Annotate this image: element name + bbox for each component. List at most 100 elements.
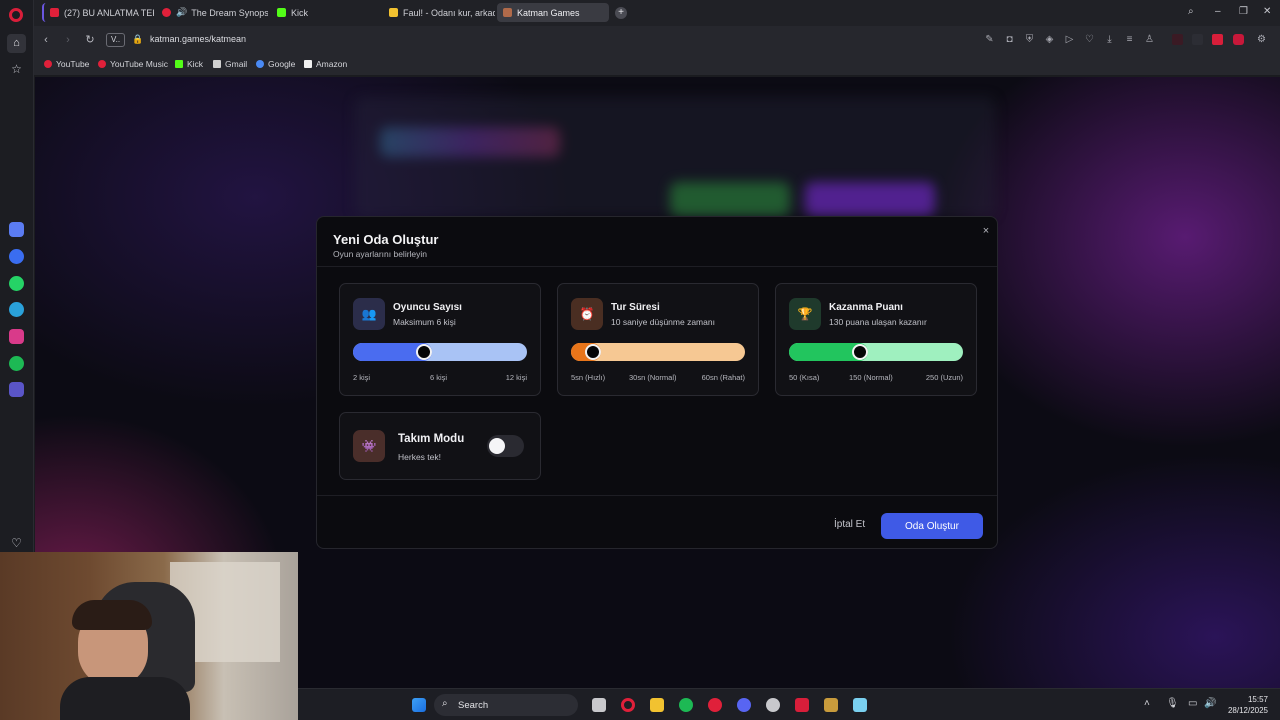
spotify-taskbar-icon[interactable] xyxy=(679,698,693,712)
team-icon: 👾 xyxy=(353,430,385,462)
bookmark-google[interactable]: Google xyxy=(256,59,295,69)
bookmark-amazon[interactable]: Amazon xyxy=(304,59,347,69)
extension-2-icon[interactable] xyxy=(1192,34,1203,45)
download-icon[interactable]: ⤓ xyxy=(1104,34,1115,45)
bookmark-kick[interactable]: Kick xyxy=(175,59,203,69)
reload-icon[interactable]: ↻ xyxy=(84,34,96,46)
windows-start-icon[interactable] xyxy=(412,698,426,712)
steam-icon[interactable] xyxy=(766,698,780,712)
search-icon: ⌕ xyxy=(442,698,448,709)
card-title: Kazanma Puanı xyxy=(829,302,903,313)
clock-time: 15:57 xyxy=(1247,695,1268,704)
messenger-icon[interactable] xyxy=(9,249,24,264)
bookmark-label: Amazon xyxy=(316,59,348,69)
card-description: 10 saniye düşünme zamanı xyxy=(611,317,715,327)
shield-icon[interactable]: ⛨ xyxy=(1024,34,1035,45)
divider xyxy=(317,495,997,496)
tick-max: 12 kişi xyxy=(505,373,527,382)
tab-4[interactable]: Katman Games xyxy=(497,3,609,22)
player-count-card: 👥 Oyuncu Sayısı Maksimum 6 kişi 2 kişi 6… xyxy=(339,283,541,396)
opera-logo-icon[interactable] xyxy=(9,8,23,22)
bookmark-youtube[interactable]: YouTube xyxy=(44,59,89,69)
create-room-button[interactable]: Oda Oluştur xyxy=(881,513,983,539)
tick-mid: 30sn (Normal) xyxy=(629,373,677,382)
team-mode-toggle[interactable] xyxy=(487,435,524,457)
close-icon[interactable]: × xyxy=(980,225,992,237)
chevron-up-icon[interactable]: ˄ xyxy=(1144,698,1150,709)
opera-gx-icon[interactable] xyxy=(708,698,722,712)
tab-0[interactable]: (27) BU ANLATMA TEKNİĞ xyxy=(42,3,154,22)
app-red-icon[interactable] xyxy=(795,698,809,712)
heart-outline-icon[interactable]: ♡ xyxy=(1084,34,1095,45)
round-time-slider[interactable] xyxy=(571,343,745,361)
tab-bar: (27) BU ANLATMA TEKNİĞ 🔊 The Dream Synop… xyxy=(34,0,1280,26)
player-icon[interactable] xyxy=(9,382,24,397)
vpn-icon[interactable]: ◈ xyxy=(1044,34,1055,45)
microphone-icon[interactable]: 🎙 xyxy=(1166,698,1179,709)
bookmark-label: YouTube xyxy=(56,59,90,69)
task-view-icon[interactable] xyxy=(592,698,606,712)
tab-2[interactable]: Kick xyxy=(271,3,383,22)
toggle-knob xyxy=(489,438,505,454)
volume-icon[interactable]: 🔊 xyxy=(1204,698,1216,709)
taskbar-search[interactable]: ⌕ Search xyxy=(434,694,578,716)
player-count-slider[interactable] xyxy=(353,343,527,361)
lock-icon: 🔒 xyxy=(132,34,144,44)
card-description: Maksimum 6 kişi xyxy=(393,317,456,327)
extension-4-icon[interactable] xyxy=(1233,34,1244,45)
close-window-icon[interactable]: ✕ xyxy=(1263,6,1275,18)
league-icon[interactable] xyxy=(824,698,838,712)
new-tab-icon[interactable]: + xyxy=(615,7,627,19)
whatsapp-icon[interactable] xyxy=(9,276,24,291)
forward-icon[interactable]: › xyxy=(62,34,74,46)
search-tabs-icon[interactable]: ⌕ xyxy=(1188,6,1200,18)
cancel-button[interactable]: İptal Et xyxy=(834,519,865,530)
slider-thumb[interactable] xyxy=(585,344,601,360)
bookmark-gmail[interactable]: Gmail xyxy=(213,59,247,69)
back-icon[interactable]: ‹ xyxy=(40,34,52,46)
clock[interactable]: 15:57 28/12/2025 xyxy=(1228,694,1268,716)
extension-1-icon[interactable] xyxy=(1172,34,1183,45)
opera-taskbar-icon[interactable] xyxy=(621,698,635,712)
play-icon[interactable]: ▷ xyxy=(1064,34,1075,45)
tick-min: 2 kişi xyxy=(353,373,371,382)
bookmarks-bar: YouTube YouTube Music Kick Gmail Google … xyxy=(34,54,1280,76)
discord-icon[interactable] xyxy=(737,698,751,712)
network-icon[interactable]: ▭ xyxy=(1188,698,1197,709)
camera-icon[interactable]: ◘ xyxy=(1004,34,1015,45)
settings-icon[interactable]: ⚙ xyxy=(1256,34,1267,45)
file-explorer-icon[interactable] xyxy=(650,698,664,712)
instagram-icon[interactable] xyxy=(9,329,24,344)
address-input[interactable]: katman.games/katmean xyxy=(150,34,246,44)
heart-icon[interactable]: ♡ xyxy=(9,536,24,551)
bookmark-label: Gmail xyxy=(225,59,248,69)
minimize-icon[interactable]: – xyxy=(1215,6,1227,18)
card-title: Takım Modu xyxy=(398,433,465,445)
aria-icon[interactable] xyxy=(9,222,24,237)
tab-label: Faul! - Odanı kur, arkadaş xyxy=(403,7,495,18)
notepad-icon[interactable] xyxy=(853,698,867,712)
blurred-purple-button xyxy=(805,182,935,216)
bookmark-label: YouTube Music xyxy=(110,59,168,69)
edit-icon[interactable]: ✎ xyxy=(984,34,995,45)
telegram-icon[interactable] xyxy=(9,302,24,317)
maximize-icon[interactable]: ❐ xyxy=(1239,6,1251,18)
search-label: Search xyxy=(458,699,489,711)
win-score-slider[interactable] xyxy=(789,343,963,361)
bookmark-youtube-music[interactable]: YouTube Music xyxy=(98,59,168,69)
tick-max: 250 (Uzun) xyxy=(925,373,963,382)
tab-3[interactable]: Faul! - Odanı kur, arkadaş xyxy=(383,3,495,22)
extension-3-icon[interactable] xyxy=(1212,34,1223,45)
kick-icon xyxy=(175,60,183,68)
spotify-icon[interactable] xyxy=(9,356,24,371)
divider xyxy=(317,266,997,267)
home-icon[interactable]: ⌂ xyxy=(7,34,26,53)
round-time-card: ⏰ Tur Süresi 10 saniye düşünme zamanı 5s… xyxy=(557,283,759,396)
profile-icon[interactable]: ♙ xyxy=(1144,34,1155,45)
tab-1[interactable]: 🔊 The Dream Synopsis ( xyxy=(156,3,268,22)
slider-thumb[interactable] xyxy=(852,344,868,360)
slider-thumb[interactable] xyxy=(416,344,432,360)
site-badge[interactable]: V.. xyxy=(106,33,126,47)
star-icon[interactable]: ☆ xyxy=(9,62,24,77)
menu-icon[interactable]: ≡ xyxy=(1124,34,1135,45)
